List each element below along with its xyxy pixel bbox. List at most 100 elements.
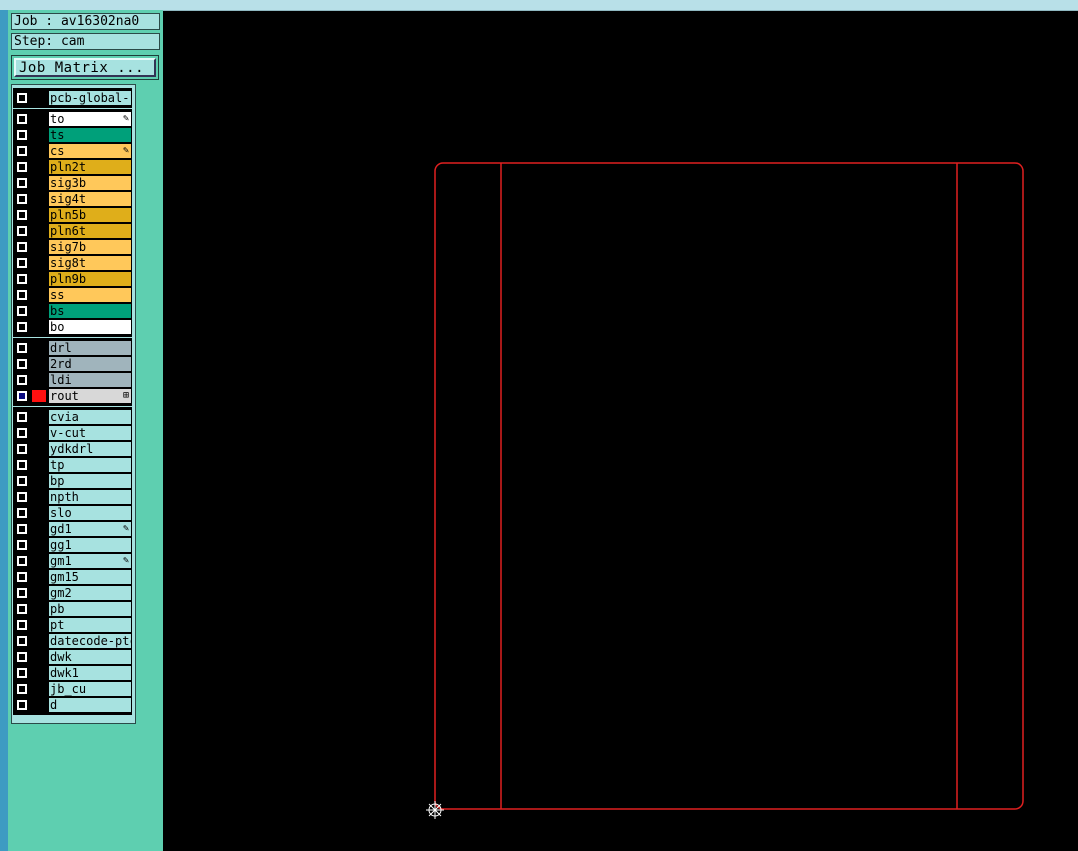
layer-name[interactable]: slo	[49, 506, 131, 520]
layer-row-pb[interactable]: pb	[13, 601, 132, 617]
layer-row-sig7b[interactable]: sig7b	[13, 239, 132, 255]
layer-name[interactable]: cs ✎	[49, 144, 131, 158]
layer-row-2rd[interactable]: 2rd	[13, 356, 132, 372]
layer-name[interactable]: pln5b	[49, 208, 131, 222]
layer-row-jb_cu[interactable]: jb_cu	[13, 681, 132, 697]
layer-row-pln2t[interactable]: pln2t	[13, 159, 132, 175]
layer-name[interactable]: bo	[49, 320, 131, 334]
layer-checkbox[interactable]	[17, 620, 27, 630]
layer-row-pt[interactable]: pt	[13, 617, 132, 633]
layer-name[interactable]: gd1 ✎	[49, 522, 131, 536]
layer-checkbox[interactable]	[17, 162, 27, 172]
layer-checkbox[interactable]	[17, 444, 27, 454]
layer-row-pln6t[interactable]: pln6t	[13, 223, 132, 239]
layer-name[interactable]: ss	[49, 288, 131, 302]
layer-row-pcb-global-1[interactable]: pcb-global-1	[13, 90, 132, 106]
layer-checkbox[interactable]	[17, 359, 27, 369]
layer-row-to[interactable]: to ✎	[13, 111, 132, 127]
layer-row-sig3b[interactable]: sig3b	[13, 175, 132, 191]
layer-name[interactable]: bs	[49, 304, 131, 318]
layer-name[interactable]: gm1 ✎	[49, 554, 131, 568]
layer-row-datecode-ptc[interactable]: datecode-ptc	[13, 633, 132, 649]
layer-row-pln9b[interactable]: pln9b	[13, 271, 132, 287]
layer-checkbox[interactable]	[17, 130, 27, 140]
layer-row-d[interactable]: d	[13, 697, 132, 713]
layer-checkbox[interactable]	[17, 460, 27, 470]
layer-row-bp[interactable]: bp	[13, 473, 132, 489]
layer-name[interactable]: pln6t	[49, 224, 131, 238]
layer-row-sig4t[interactable]: sig4t	[13, 191, 132, 207]
layer-name[interactable]: dwk	[49, 650, 131, 664]
layer-checkbox[interactable]	[17, 684, 27, 694]
layer-name[interactable]: gm15	[49, 570, 131, 584]
layer-checkbox[interactable]	[17, 572, 27, 582]
layer-checkbox[interactable]	[17, 258, 27, 268]
layer-name[interactable]: bp	[49, 474, 131, 488]
layer-name[interactable]: sig8t	[49, 256, 131, 270]
layer-checkbox[interactable]	[17, 343, 27, 353]
layer-row-dwk[interactable]: dwk	[13, 649, 132, 665]
layer-affected-swatch[interactable]	[32, 390, 46, 402]
layer-checkbox[interactable]	[17, 322, 27, 332]
layer-checkbox[interactable]	[17, 93, 27, 103]
layer-row-tp[interactable]: tp	[13, 457, 132, 473]
layer-row-dwk1[interactable]: dwk1	[13, 665, 132, 681]
layer-row-bo[interactable]: bo	[13, 319, 132, 335]
layer-name[interactable]: jb_cu	[49, 682, 131, 696]
layer-checkbox[interactable]	[17, 508, 27, 518]
layer-checkbox[interactable]	[17, 210, 27, 220]
layer-row-ldi[interactable]: ldi	[13, 372, 132, 388]
layer-name[interactable]: v-cut	[49, 426, 131, 440]
layer-checkbox[interactable]	[17, 524, 27, 534]
layer-checkbox[interactable]	[17, 375, 27, 385]
layer-name[interactable]: drl	[49, 341, 131, 355]
layer-checkbox[interactable]	[17, 194, 27, 204]
layer-row-slo[interactable]: slo	[13, 505, 132, 521]
layer-checkbox[interactable]	[17, 226, 27, 236]
layer-name[interactable]: sig7b	[49, 240, 131, 254]
layer-row-ydkdrl[interactable]: ydkdrl	[13, 441, 132, 457]
layer-checkbox[interactable]	[17, 636, 27, 646]
layer-checkbox[interactable]	[17, 668, 27, 678]
graphics-canvas[interactable]	[163, 11, 1078, 851]
layer-name[interactable]: sig3b	[49, 176, 131, 190]
layer-checkbox[interactable]	[17, 556, 27, 566]
layer-name[interactable]: 2rd	[49, 357, 131, 371]
layer-name[interactable]: npth	[49, 490, 131, 504]
layer-row-gm2[interactable]: gm2	[13, 585, 132, 601]
layer-row-npth[interactable]: npth	[13, 489, 132, 505]
layer-checkbox[interactable]	[17, 290, 27, 300]
layer-name[interactable]: gg1	[49, 538, 131, 552]
layer-name[interactable]: cvia	[49, 410, 131, 424]
layer-row-rout[interactable]: rout ⊞	[13, 388, 132, 404]
job-matrix-button[interactable]: Job Matrix ...	[14, 58, 156, 77]
layer-row-drl[interactable]: drl	[13, 340, 132, 356]
layer-name[interactable]: dwk1	[49, 666, 131, 680]
layer-name[interactable]: pcb-global-1	[49, 91, 131, 105]
layer-row-cs[interactable]: cs ✎	[13, 143, 132, 159]
layer-row-gd1[interactable]: gd1 ✎	[13, 521, 132, 537]
layer-checkbox[interactable]	[17, 306, 27, 316]
layer-row-bs[interactable]: bs	[13, 303, 132, 319]
layer-checkbox[interactable]	[17, 412, 27, 422]
layer-name[interactable]: to ✎	[49, 112, 131, 126]
layer-checkbox[interactable]	[17, 391, 27, 401]
layer-row-ss[interactable]: ss	[13, 287, 132, 303]
layer-checkbox[interactable]	[17, 242, 27, 252]
layer-row-sig8t[interactable]: sig8t	[13, 255, 132, 271]
layer-row-v-cut[interactable]: v-cut	[13, 425, 132, 441]
layer-name[interactable]: sig4t	[49, 192, 131, 206]
layer-name[interactable]: tp	[49, 458, 131, 472]
layer-name[interactable]: ydkdrl	[49, 442, 131, 456]
layer-checkbox[interactable]	[17, 178, 27, 188]
layer-checkbox[interactable]	[17, 146, 27, 156]
layer-row-pln5b[interactable]: pln5b	[13, 207, 132, 223]
layer-row-cvia[interactable]: cvia	[13, 409, 132, 425]
job-matrix-button-frame[interactable]: Job Matrix ...	[11, 55, 159, 80]
layer-checkbox[interactable]	[17, 604, 27, 614]
layer-checkbox[interactable]	[17, 492, 27, 502]
layer-checkbox[interactable]	[17, 588, 27, 598]
layer-name[interactable]: ts	[49, 128, 131, 142]
layer-name[interactable]: gm2	[49, 586, 131, 600]
layer-checkbox[interactable]	[17, 540, 27, 550]
